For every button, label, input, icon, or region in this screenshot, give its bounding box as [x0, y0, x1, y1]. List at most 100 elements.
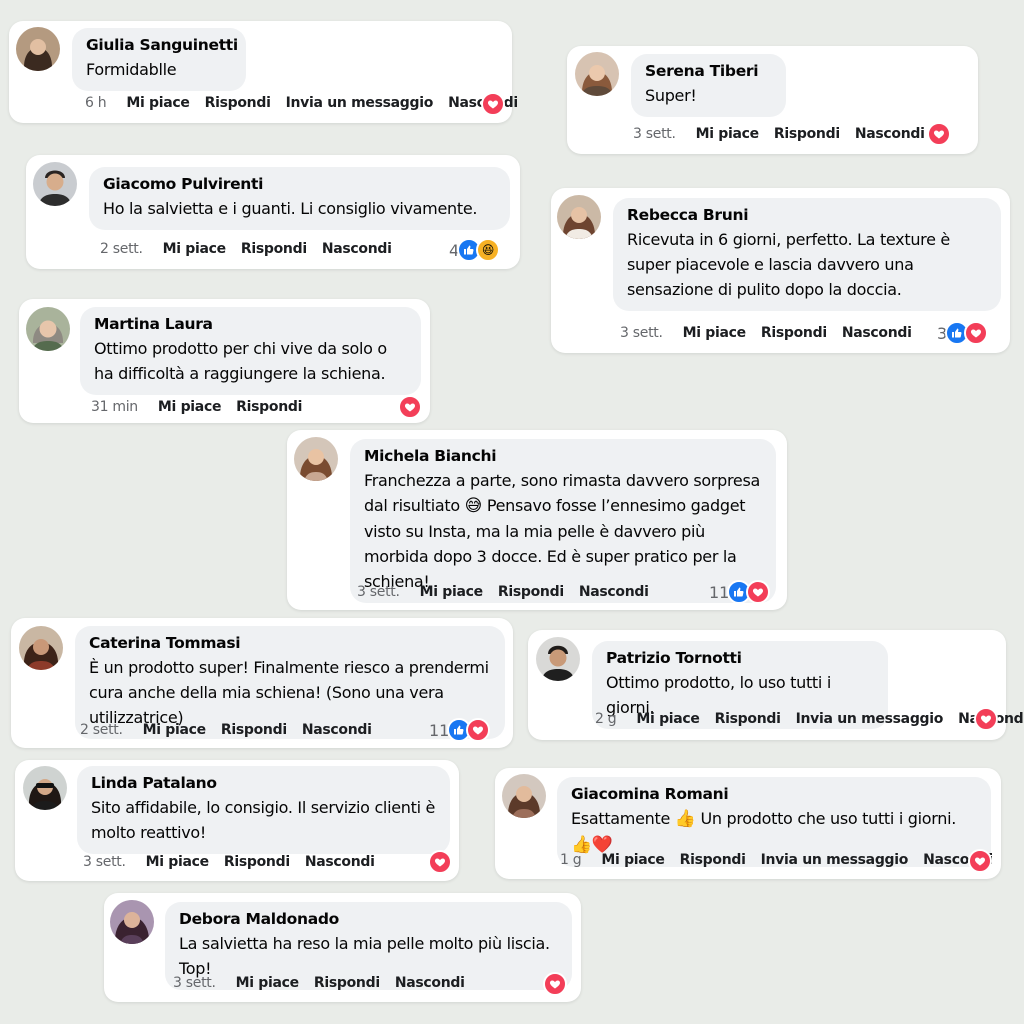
- like-button[interactable]: Mi piace: [236, 975, 300, 991]
- avatar[interactable]: [294, 437, 338, 481]
- message-button[interactable]: Invia un messaggio: [286, 95, 434, 111]
- reply-button[interactable]: Rispondi: [241, 241, 307, 257]
- reactions[interactable]: [927, 122, 951, 146]
- author-name[interactable]: Rebecca Bruni: [627, 206, 987, 224]
- author-name[interactable]: Linda Patalano: [91, 774, 436, 792]
- reply-button[interactable]: Rispondi: [205, 95, 271, 111]
- avatar[interactable]: [536, 637, 580, 681]
- avatar[interactable]: [16, 27, 60, 71]
- comment-bubble: Linda Patalano Sito affidabile, lo consi…: [77, 766, 450, 854]
- avatar[interactable]: [33, 162, 77, 206]
- timestamp[interactable]: 3 sett.: [173, 975, 216, 991]
- timestamp[interactable]: 3 sett.: [83, 854, 126, 870]
- comment-bubble: Giacomo Pulvirenti Ho la salvietta e i g…: [89, 167, 510, 230]
- author-name[interactable]: Giacomo Pulvirenti: [103, 175, 496, 193]
- comment-actions: 3 sett. Mi piace Rispondi Nascondi: [83, 854, 390, 870]
- message-button[interactable]: Invia un messaggio: [761, 852, 909, 868]
- author-name[interactable]: Michela Bianchi: [364, 447, 762, 465]
- reaction-count: 11: [709, 582, 730, 602]
- reply-button[interactable]: Rispondi: [680, 852, 746, 868]
- avatar[interactable]: [557, 195, 601, 239]
- reply-button[interactable]: Rispondi: [498, 584, 564, 600]
- author-name[interactable]: Giulia Sanguinetti: [86, 36, 238, 54]
- reply-button[interactable]: Rispondi: [224, 854, 290, 870]
- like-button[interactable]: Mi piace: [146, 854, 210, 870]
- reply-button[interactable]: Rispondi: [236, 399, 302, 415]
- reactions[interactable]: [974, 707, 998, 731]
- reactions[interactable]: [481, 92, 505, 116]
- comment-text: Formidablle: [86, 60, 177, 79]
- comment-bubble: Serena Tiberi Super!: [631, 54, 786, 117]
- comment-card: Michela Bianchi Franchezza a parte, sono…: [287, 430, 787, 610]
- haha-icon: 😆: [476, 238, 501, 262]
- like-button[interactable]: Mi piace: [420, 584, 484, 600]
- avatar[interactable]: [23, 766, 67, 810]
- comment-actions: 3 sett. Mi piace Rispondi Nascondi: [620, 325, 927, 341]
- timestamp[interactable]: 6 h: [85, 95, 107, 111]
- hide-button[interactable]: Nascondi: [322, 241, 392, 257]
- timestamp[interactable]: 3 sett.: [357, 584, 400, 600]
- love-icon: [974, 707, 998, 731]
- timestamp[interactable]: 3 sett.: [620, 325, 663, 341]
- timestamp[interactable]: 2 sett.: [100, 241, 143, 257]
- reactions[interactable]: [543, 972, 567, 996]
- avatar[interactable]: [110, 900, 154, 944]
- author-name[interactable]: Patrizio Tornotti: [606, 649, 874, 667]
- reactions[interactable]: 11: [709, 580, 771, 604]
- avatar[interactable]: [575, 52, 619, 96]
- comment-actions: 6 h Mi piace Rispondi Invia un messaggio…: [85, 95, 533, 111]
- reactions[interactable]: 4 😆: [449, 238, 501, 262]
- love-icon: [927, 122, 951, 146]
- author-name[interactable]: Martina Laura: [94, 315, 407, 333]
- timestamp[interactable]: 2 sett.: [80, 722, 123, 738]
- hide-button[interactable]: Nascondi: [579, 584, 649, 600]
- like-button[interactable]: Mi piace: [601, 852, 665, 868]
- reaction-count: 11: [429, 720, 450, 740]
- thumbs-up-emoji: 👍: [674, 809, 696, 829]
- timestamp[interactable]: 31 min: [91, 399, 138, 415]
- avatar[interactable]: [26, 307, 70, 351]
- reactions[interactable]: [398, 395, 422, 419]
- reactions[interactable]: [428, 850, 452, 874]
- comment-text: Super!: [645, 86, 697, 105]
- avatar[interactable]: [502, 774, 546, 818]
- avatar[interactable]: [19, 626, 63, 670]
- reactions[interactable]: 3: [937, 321, 989, 345]
- reply-button[interactable]: Rispondi: [761, 325, 827, 341]
- author-name[interactable]: Serena Tiberi: [645, 62, 772, 80]
- reactions[interactable]: [968, 849, 992, 873]
- hide-button[interactable]: Nascondi: [842, 325, 912, 341]
- comment-actions: 2 sett. Mi piace Rispondi Nascondi: [80, 722, 387, 738]
- like-button[interactable]: Mi piace: [636, 711, 700, 727]
- like-button[interactable]: Mi piace: [696, 126, 760, 142]
- love-icon: [968, 849, 992, 873]
- comment-card: Martina Laura Ottimo prodotto per chi vi…: [19, 299, 430, 423]
- timestamp[interactable]: 1 g: [560, 852, 582, 868]
- reply-button[interactable]: Rispondi: [715, 711, 781, 727]
- comment-card: Giacomina Romani Esattamente 👍 Un prodot…: [495, 768, 1001, 879]
- author-name[interactable]: Caterina Tommasi: [89, 634, 491, 652]
- hide-button[interactable]: Nascondi: [302, 722, 372, 738]
- comment-card: Patrizio Tornotti Ottimo prodotto, lo us…: [528, 630, 1024, 740]
- reply-button[interactable]: Rispondi: [221, 722, 287, 738]
- reply-button[interactable]: Rispondi: [314, 975, 380, 991]
- comment-actions: 1 g Mi piace Rispondi Invia un messaggio…: [560, 852, 1008, 868]
- hide-button[interactable]: Nascondi: [395, 975, 465, 991]
- timestamp[interactable]: 2 g: [595, 711, 617, 727]
- hide-button[interactable]: Nascondi: [305, 854, 375, 870]
- like-button[interactable]: Mi piace: [143, 722, 207, 738]
- message-button[interactable]: Invia un messaggio: [796, 711, 944, 727]
- reactions[interactable]: 11: [429, 718, 491, 742]
- like-button[interactable]: Mi piace: [126, 95, 190, 111]
- comment-text: Ho la salvietta e i guanti. Li consiglio…: [103, 199, 478, 218]
- timestamp[interactable]: 3 sett.: [633, 126, 676, 142]
- like-button[interactable]: Mi piace: [163, 241, 227, 257]
- comment-text: La salvietta ha reso la mia pelle molto …: [179, 934, 550, 978]
- like-button[interactable]: Mi piace: [158, 399, 222, 415]
- like-button[interactable]: Mi piace: [683, 325, 747, 341]
- author-name[interactable]: Giacomina Romani: [571, 785, 977, 803]
- comment-bubble: Giulia Sanguinetti Formidablle: [72, 28, 246, 91]
- author-name[interactable]: Debora Maldonado: [179, 910, 558, 928]
- hide-button[interactable]: Nascondi: [855, 126, 925, 142]
- reply-button[interactable]: Rispondi: [774, 126, 840, 142]
